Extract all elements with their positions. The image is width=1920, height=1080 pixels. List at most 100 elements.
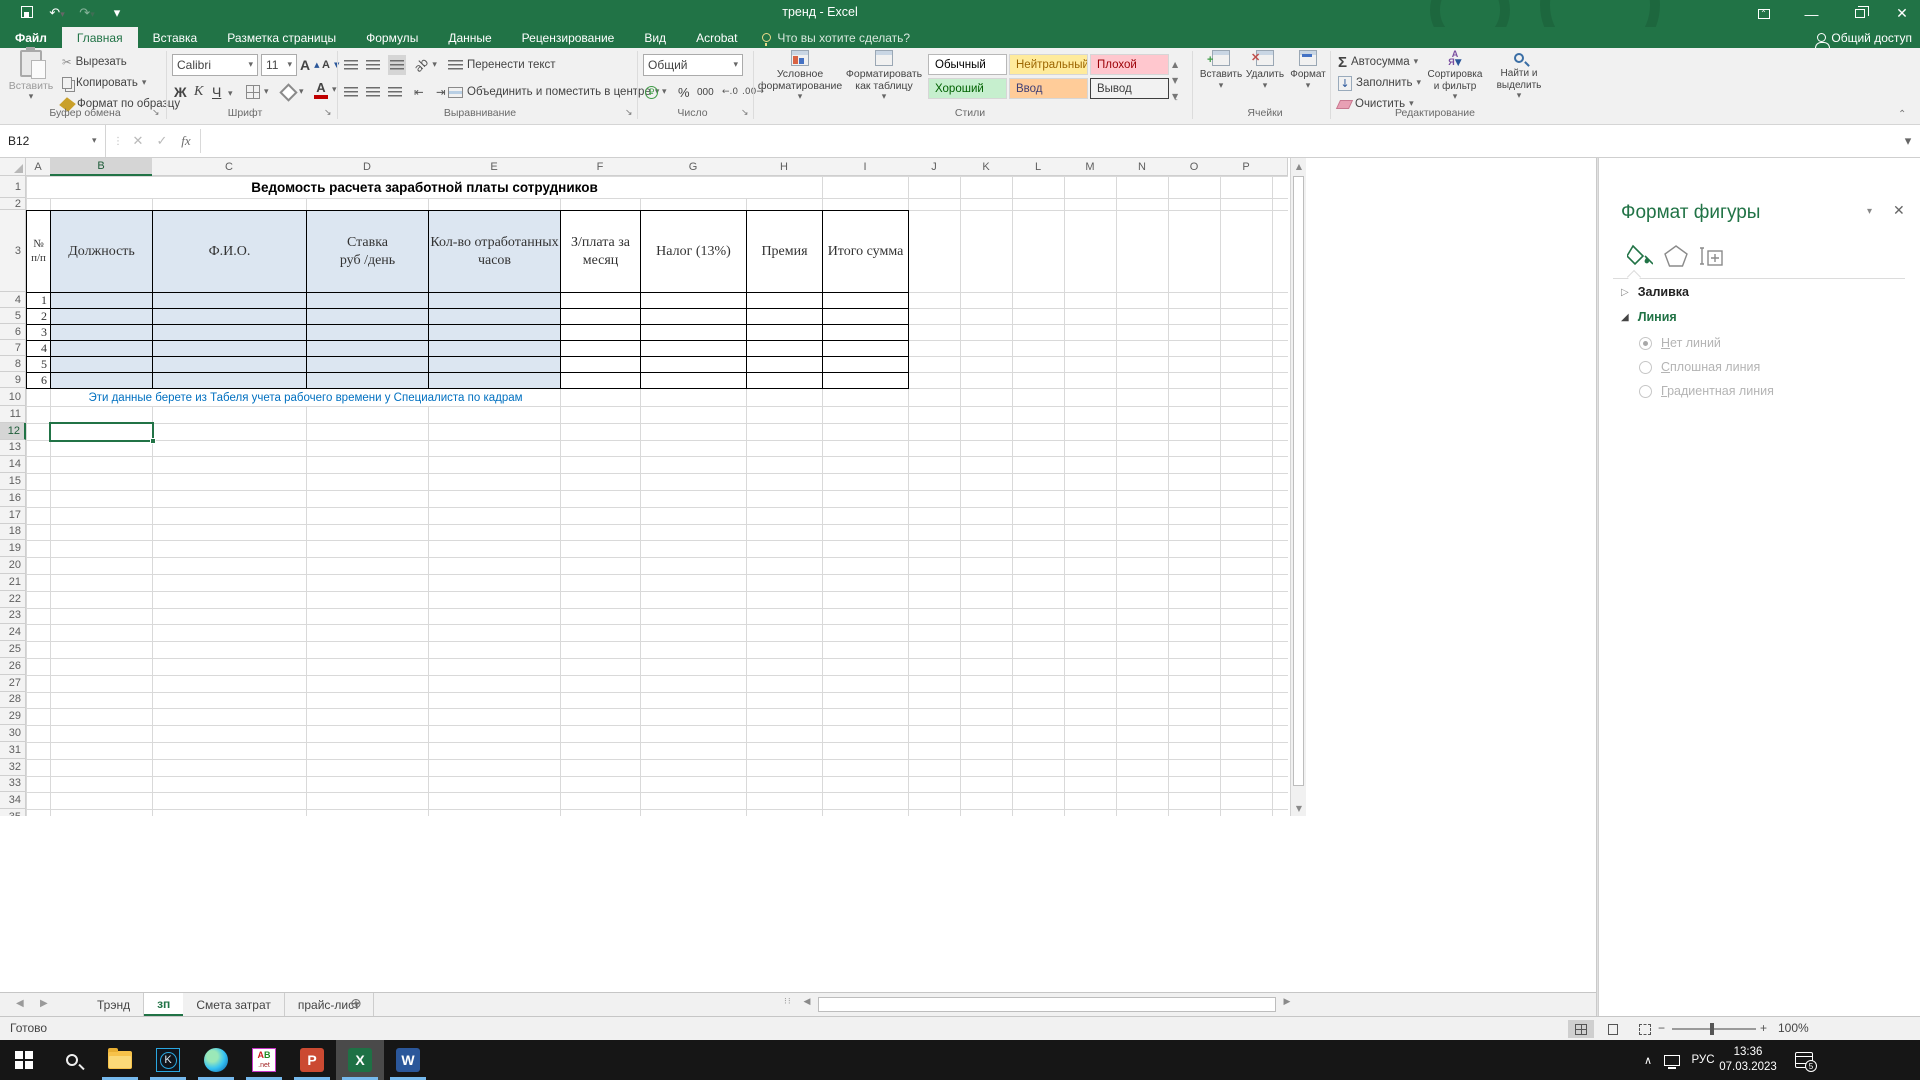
- scroll-up-icon[interactable]: ▲: [1291, 158, 1307, 174]
- find-select-button[interactable]: Найти и выделить▾: [1490, 50, 1548, 101]
- row-header-10[interactable]: 10: [0, 388, 26, 406]
- row-header-2[interactable]: 2: [0, 198, 26, 210]
- horizontal-scroll-thumb[interactable]: [818, 997, 1276, 1012]
- header-cell-C3[interactable]: Ф.И.О.: [152, 210, 307, 293]
- font-color-button[interactable]: А▾: [314, 80, 337, 100]
- ribbon-tab-данные[interactable]: Данные: [433, 27, 506, 48]
- word-taskbar-button[interactable]: W: [384, 1040, 432, 1080]
- fill-color-button[interactable]: ▾: [282, 82, 304, 102]
- merge-center-button[interactable]: Объединить и поместить в центре▾: [448, 82, 659, 102]
- copy-button[interactable]: Копировать▾: [62, 73, 146, 93]
- increase-decimal-icon[interactable]: ←.0: [722, 82, 738, 102]
- select-all-button[interactable]: [0, 158, 26, 176]
- edge-taskbar-button[interactable]: [192, 1040, 240, 1080]
- column-header-A[interactable]: A: [26, 158, 51, 176]
- align-middle-icon[interactable]: [366, 55, 380, 75]
- cell-A5[interactable]: 2: [26, 308, 51, 325]
- formula-input[interactable]: [201, 125, 1900, 157]
- pane-close-icon[interactable]: ✕: [1893, 202, 1905, 219]
- cell-F6[interactable]: [560, 324, 641, 341]
- row-header-9[interactable]: 9: [0, 372, 26, 388]
- paste-button[interactable]: Вставить▾: [8, 50, 54, 102]
- clipboard-dialog-launcher-icon[interactable]: ↘: [152, 108, 160, 118]
- cell-B8[interactable]: [50, 356, 153, 373]
- ribbon-tab-рецензирование[interactable]: Рецензирование: [507, 27, 630, 48]
- cell-style-Плохой[interactable]: Плохой: [1090, 54, 1169, 75]
- cell-G9[interactable]: [640, 372, 747, 389]
- language-indicator[interactable]: РУС: [1686, 1040, 1720, 1080]
- orientation-button[interactable]: ab▾: [414, 55, 437, 75]
- row-header-31[interactable]: 31: [0, 742, 26, 759]
- cell-C8[interactable]: [152, 356, 307, 373]
- autosum-button[interactable]: ΣАвтосумма▾: [1338, 52, 1418, 72]
- row-header-18[interactable]: 18: [0, 524, 26, 541]
- excel-taskbar-button[interactable]: X: [336, 1040, 384, 1080]
- undo-icon[interactable]: ↶▾: [42, 6, 72, 21]
- cell-C4[interactable]: [152, 292, 307, 309]
- cell-style-Ввод[interactable]: Ввод: [1009, 78, 1088, 99]
- increase-font-icon[interactable]: А▲: [300, 55, 320, 75]
- number-format-combo[interactable]: Общий▾: [643, 54, 743, 76]
- row-header-22[interactable]: 22: [0, 591, 26, 608]
- row-header-19[interactable]: 19: [0, 540, 26, 557]
- column-header-C[interactable]: C: [152, 158, 307, 176]
- row-header-34[interactable]: 34: [0, 792, 26, 809]
- column-header-D[interactable]: D: [306, 158, 429, 176]
- header-cell-B3[interactable]: Должность: [50, 210, 153, 293]
- row-header-24[interactable]: 24: [0, 624, 26, 641]
- ribbon-tab-вид[interactable]: Вид: [629, 27, 681, 48]
- row-header-23[interactable]: 23: [0, 608, 26, 625]
- cell-F8[interactable]: [560, 356, 641, 373]
- sheet-tab-Трэнд[interactable]: Трэнд: [84, 993, 144, 1016]
- ribbon-tab-главная[interactable]: Главная: [62, 27, 138, 48]
- cell-E4[interactable]: [428, 292, 561, 309]
- line-option-none[interactable]: Нет линий: [1639, 336, 1721, 350]
- cell-D8[interactable]: [306, 356, 429, 373]
- cell-D7[interactable]: [306, 340, 429, 357]
- column-header-L[interactable]: L: [1012, 158, 1065, 176]
- align-bottom-icon[interactable]: [388, 55, 406, 75]
- cell-I6[interactable]: [822, 324, 909, 341]
- hscroll-left-icon[interactable]: ◀: [800, 997, 814, 1012]
- line-option-solid[interactable]: Сплошная линия: [1639, 360, 1760, 374]
- cell-E6[interactable]: [428, 324, 561, 341]
- cell-G8[interactable]: [640, 356, 747, 373]
- cell-H5[interactable]: [746, 308, 823, 325]
- cell-G6[interactable]: [640, 324, 747, 341]
- customize-quick-access-icon[interactable]: ▾: [102, 6, 132, 21]
- cell-A7[interactable]: 4: [26, 340, 51, 357]
- cell-H7[interactable]: [746, 340, 823, 357]
- ribbon-tab-файл[interactable]: Файл: [0, 27, 62, 48]
- wrap-text-button[interactable]: Перенести текст: [448, 55, 556, 75]
- row-header-25[interactable]: 25: [0, 641, 26, 658]
- cell-I5[interactable]: [822, 308, 909, 325]
- cell-B7[interactable]: [50, 340, 153, 357]
- selected-cell-B12[interactable]: [49, 422, 154, 442]
- bold-button[interactable]: Ж: [174, 82, 187, 102]
- cell-style-Хороший[interactable]: Хороший: [928, 78, 1007, 99]
- effects-tab-icon[interactable]: [1663, 244, 1689, 268]
- row-header-3[interactable]: 3: [0, 210, 26, 292]
- cell-F5[interactable]: [560, 308, 641, 325]
- cell-H8[interactable]: [746, 356, 823, 373]
- row-header-21[interactable]: 21: [0, 574, 26, 591]
- powerpoint-taskbar-button[interactable]: P: [288, 1040, 336, 1080]
- scroll-down-icon[interactable]: ▼: [1291, 800, 1307, 816]
- cell-style-Нейтральный[interactable]: Нейтральный: [1009, 54, 1088, 75]
- cell-A9[interactable]: 6: [26, 372, 51, 389]
- cell-grid[interactable]: ABCDEFGHIJKLMNOP123456789101112131415161…: [0, 158, 1290, 816]
- minimize-icon[interactable]: —: [1788, 0, 1835, 27]
- column-header-O[interactable]: O: [1168, 158, 1221, 176]
- tabbar-resize-handle[interactable]: ⁝⁝: [784, 997, 792, 1007]
- page-layout-view-icon[interactable]: [1600, 1020, 1626, 1038]
- cell-E5[interactable]: [428, 308, 561, 325]
- decrease-indent-icon[interactable]: ⇤: [414, 82, 424, 102]
- tray-expand-icon[interactable]: ∧: [1636, 1040, 1660, 1080]
- cell-H6[interactable]: [746, 324, 823, 341]
- cell-B4[interactable]: [50, 292, 153, 309]
- k-app-taskbar-button[interactable]: K: [144, 1040, 192, 1080]
- cell-C6[interactable]: [152, 324, 307, 341]
- row-header-13[interactable]: 13: [0, 440, 26, 457]
- page-break-view-icon[interactable]: [1632, 1020, 1658, 1038]
- cell-E7[interactable]: [428, 340, 561, 357]
